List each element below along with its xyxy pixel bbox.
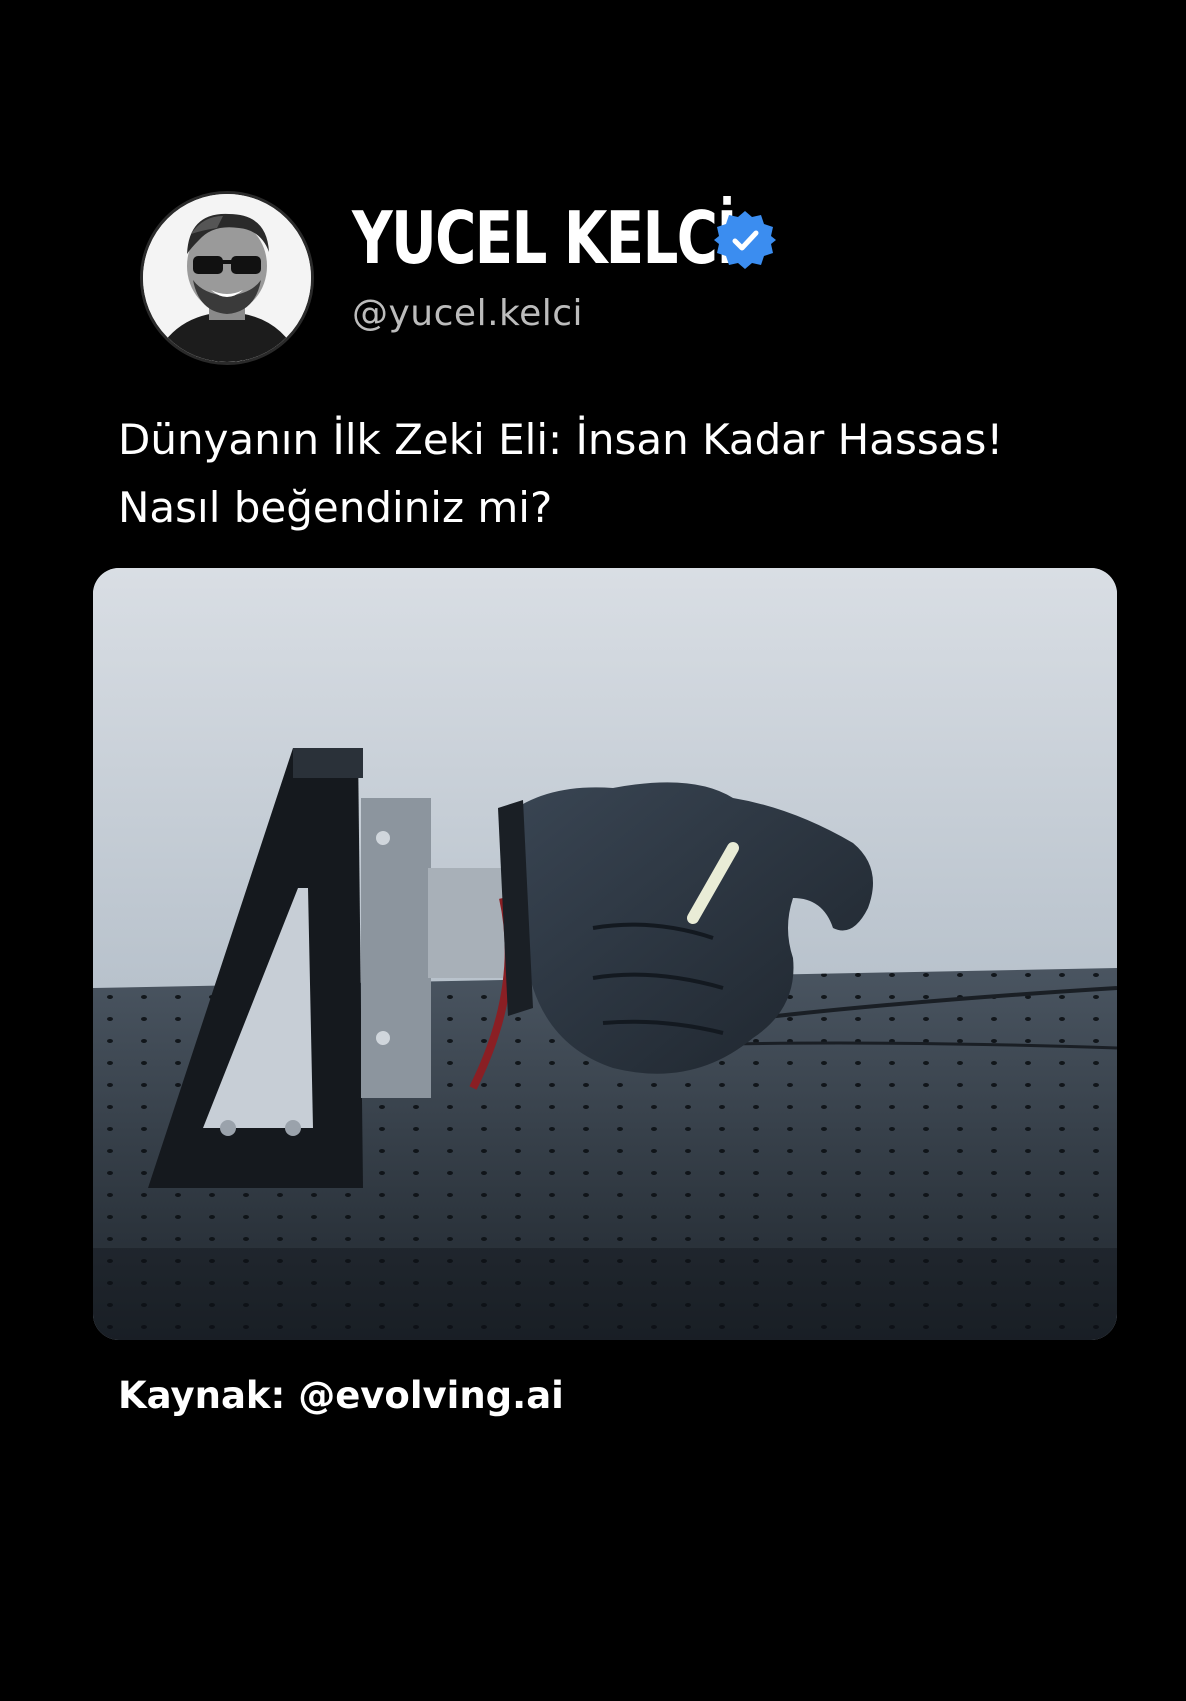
- post-media[interactable]: [93, 568, 1117, 1340]
- source-credit[interactable]: Kaynak: @evolving.ai: [118, 1372, 564, 1420]
- avatar[interactable]: [140, 191, 314, 365]
- caption-line-2: Nasıl beğendiniz mi?: [118, 483, 553, 532]
- caption-line-1: Dünyanın İlk Zeki Eli: İnsan Kadar Hassa…: [118, 415, 1004, 464]
- author-handle[interactable]: @yucel.kelci: [352, 292, 583, 336]
- author-name[interactable]: YUCEL KELCİ: [352, 196, 737, 280]
- post-card: YUCEL KELCİ @yucel.kelci Dünyanın İlk Ze…: [0, 0, 1186, 1701]
- verified-badge-icon: [714, 211, 776, 269]
- post-caption: Dünyanın İlk Zeki Eli: İnsan Kadar Hassa…: [118, 406, 1098, 542]
- robotic-hand-photo: [93, 568, 1117, 1340]
- avatar-photo: [143, 194, 311, 362]
